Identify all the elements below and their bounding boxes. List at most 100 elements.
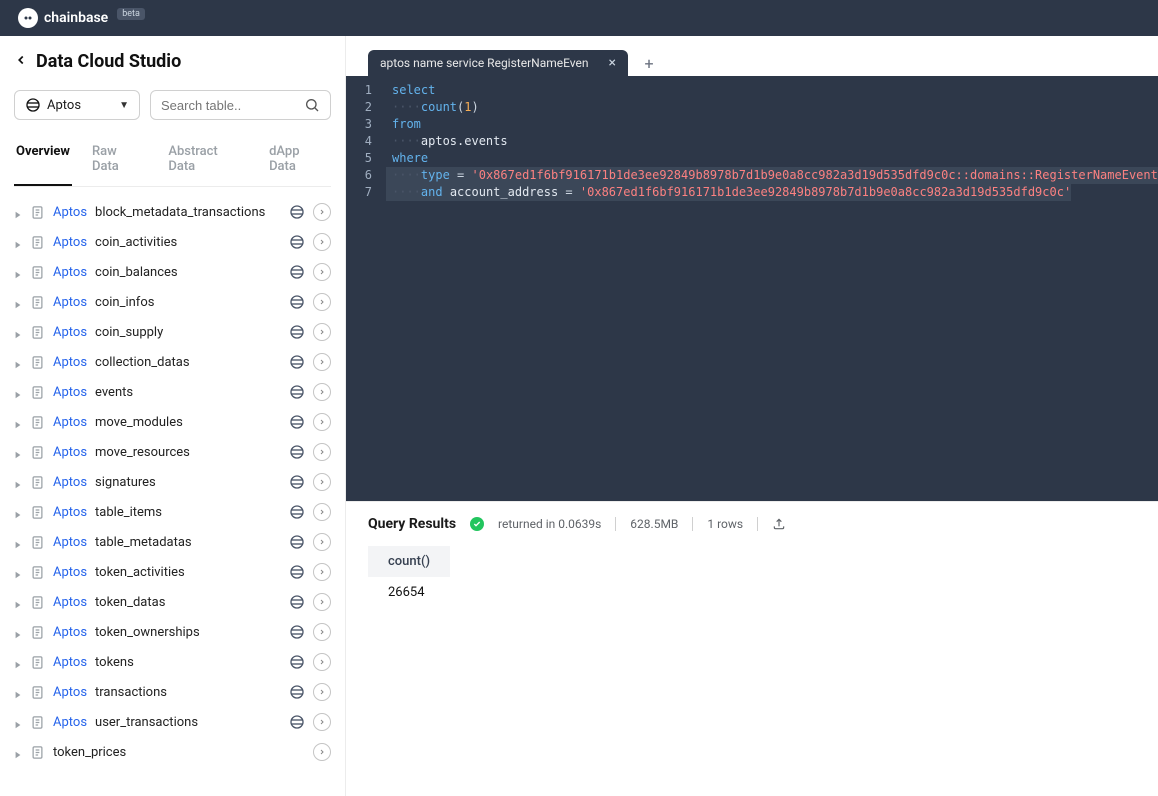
chevron-right-icon[interactable] (313, 263, 331, 281)
query-tab[interactable]: aptos name service RegisterNameEven × (368, 50, 628, 76)
aptos-icon (289, 474, 305, 490)
chevron-right-icon[interactable] (313, 233, 331, 251)
expand-triangle-icon[interactable] (14, 388, 22, 396)
chevron-right-icon[interactable] (313, 443, 331, 461)
search-icon (304, 97, 320, 113)
expand-triangle-icon[interactable] (14, 238, 22, 246)
expand-triangle-icon[interactable] (14, 718, 22, 726)
table-row[interactable]: token_prices (14, 737, 331, 767)
table-icon (30, 595, 45, 610)
aptos-icon (289, 204, 305, 220)
tab-raw-data[interactable]: Raw Data (90, 134, 148, 186)
chevron-right-icon[interactable] (313, 203, 331, 221)
aptos-icon (289, 564, 305, 580)
back-icon[interactable] (14, 53, 28, 71)
table-icon (30, 325, 45, 340)
line-number: 7 (346, 184, 386, 201)
expand-triangle-icon[interactable] (14, 748, 22, 756)
table-row[interactable]: Aptosblock_metadata_transactions (14, 197, 331, 227)
table-row[interactable]: Aptosevents (14, 377, 331, 407)
code-editor[interactable]: 1select 2····count(1) 3from 4····aptos.e… (346, 76, 1158, 501)
table-row[interactable]: Aptoscoin_activities (14, 227, 331, 257)
table-chain-label: Aptos (53, 475, 87, 490)
chevron-right-icon[interactable] (313, 323, 331, 341)
table-name-label: table_items (95, 505, 162, 520)
expand-triangle-icon[interactable] (14, 538, 22, 546)
export-icon[interactable] (772, 517, 786, 531)
table-row[interactable]: Aptosmove_modules (14, 407, 331, 437)
expand-triangle-icon[interactable] (14, 418, 22, 426)
chevron-right-icon[interactable] (313, 623, 331, 641)
line-number: 5 (346, 150, 386, 167)
tab-overview[interactable]: Overview (14, 134, 72, 186)
table-name-label: signatures (95, 475, 156, 490)
expand-triangle-icon[interactable] (14, 628, 22, 636)
table-icon (30, 385, 45, 400)
expand-triangle-icon[interactable] (14, 298, 22, 306)
chevron-right-icon[interactable] (313, 653, 331, 671)
table-name-label: events (95, 385, 133, 400)
tab-abstract-data[interactable]: Abstract Data (166, 134, 249, 186)
chevron-right-icon[interactable] (313, 533, 331, 551)
chevron-right-icon[interactable] (313, 713, 331, 731)
chevron-right-icon[interactable] (313, 473, 331, 491)
table-row[interactable]: Aptos table_items (14, 497, 331, 527)
aptos-icon (289, 264, 305, 280)
table-chain-label: Aptos (53, 715, 87, 730)
expand-triangle-icon[interactable] (14, 358, 22, 366)
chevron-right-icon[interactable] (313, 593, 331, 611)
table-name-label: block_metadata_transactions (95, 205, 265, 220)
chevron-right-icon[interactable] (313, 563, 331, 581)
table-row[interactable]: Aptosuser_transactions (14, 707, 331, 737)
table-row[interactable]: Aptoscoin_infos (14, 287, 331, 317)
table-row[interactable]: Aptos signatures (14, 467, 331, 497)
table-icon (30, 655, 45, 670)
chevron-right-icon[interactable] (313, 383, 331, 401)
close-icon[interactable]: × (609, 55, 616, 71)
add-tab-button[interactable]: + (636, 50, 662, 76)
table-row[interactable]: Aptostoken_datas (14, 587, 331, 617)
table-icon (30, 265, 45, 280)
tab-dapp-data[interactable]: dApp Data (267, 134, 331, 186)
chevron-right-icon[interactable] (313, 293, 331, 311)
expand-triangle-icon[interactable] (14, 508, 22, 516)
expand-triangle-icon[interactable] (14, 448, 22, 456)
table-row[interactable]: Aptoscoin_balances (14, 257, 331, 287)
expand-triangle-icon[interactable] (14, 328, 22, 336)
results-pane: Query Results returned in 0.0639s 628.5M… (346, 501, 1158, 622)
line-number: 4 (346, 133, 386, 150)
chevron-right-icon[interactable] (313, 503, 331, 521)
table-row[interactable]: Aptostokens (14, 647, 331, 677)
table-row[interactable]: Aptostoken_ownerships (14, 617, 331, 647)
query-tab-label: aptos name service RegisterNameEven (380, 56, 589, 70)
table-row[interactable]: Aptostransactions (14, 677, 331, 707)
table-icon (30, 445, 45, 460)
expand-triangle-icon[interactable] (14, 208, 22, 216)
chain-selector[interactable]: Aptos ▼ (14, 90, 140, 120)
table-chain-label: Aptos (53, 505, 87, 520)
chevron-right-icon[interactable] (313, 743, 331, 761)
search-field[interactable] (150, 90, 331, 120)
brand-logo[interactable]: chainbase beta (18, 8, 145, 28)
table-row[interactable]: Aptostable_metadatas (14, 527, 331, 557)
brand-name: chainbase (44, 10, 108, 26)
expand-triangle-icon[interactable] (14, 688, 22, 696)
table-row[interactable]: Aptoscoin_supply (14, 317, 331, 347)
table-name-label: token_activities (95, 565, 185, 580)
table-row[interactable]: Aptosmove_resources (14, 437, 331, 467)
search-input[interactable] (161, 98, 320, 113)
chevron-right-icon[interactable] (313, 683, 331, 701)
chevron-right-icon[interactable] (313, 413, 331, 431)
table-row[interactable]: Aptostoken_activities (14, 557, 331, 587)
expand-triangle-icon[interactable] (14, 478, 22, 486)
results-rows: 1 rows (707, 517, 743, 531)
code-string: '0x867ed1f6bf916171b1de3ee92849b8978b7d1… (472, 168, 1158, 182)
chevron-down-icon: ▼ (119, 100, 129, 111)
expand-triangle-icon[interactable] (14, 598, 22, 606)
code-number: 1 (464, 100, 471, 114)
expand-triangle-icon[interactable] (14, 268, 22, 276)
table-row[interactable]: Aptoscollection_datas (14, 347, 331, 377)
expand-triangle-icon[interactable] (14, 568, 22, 576)
chevron-right-icon[interactable] (313, 353, 331, 371)
expand-triangle-icon[interactable] (14, 658, 22, 666)
